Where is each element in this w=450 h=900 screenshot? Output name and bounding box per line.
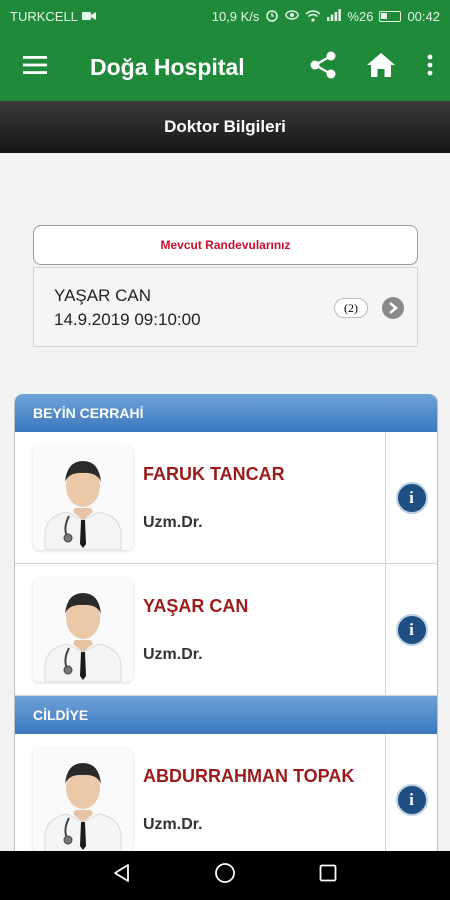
chevron-right-icon[interactable] bbox=[382, 297, 404, 319]
doctor-info-cell: i bbox=[385, 564, 437, 695]
appointment-count-badge: (2) bbox=[334, 298, 368, 318]
doctor-name: YAŞAR CAN bbox=[143, 596, 249, 616]
eye-comfort-icon bbox=[285, 9, 300, 24]
department-header: BEYİN CERRAHİ bbox=[15, 394, 437, 432]
doctor-title: Uzm.Dr. bbox=[143, 514, 203, 531]
back-icon bbox=[112, 863, 132, 888]
app-bar-actions bbox=[294, 33, 450, 101]
battery-percent: %26 bbox=[347, 9, 374, 24]
wifi-icon bbox=[305, 9, 321, 25]
status-bar: TURKCELL 10,9 K/s %26 00:42 bbox=[0, 0, 450, 33]
carrier-label: TURKCELL bbox=[10, 9, 78, 24]
circle-home-icon bbox=[214, 862, 236, 889]
share-button[interactable] bbox=[294, 33, 352, 101]
doctor-name: FARUK TANCAR bbox=[143, 464, 285, 484]
back-button[interactable] bbox=[102, 856, 142, 896]
doctor-row[interactable]: ABDURRAHMAN TOPAK Uzm.Dr. i bbox=[15, 734, 437, 851]
signal-icon bbox=[327, 9, 342, 24]
doctor-row[interactable]: YAŞAR CAN Uzm.Dr. i bbox=[15, 564, 437, 696]
doctor-row[interactable]: FARUK TANCAR Uzm.Dr. i bbox=[15, 432, 437, 564]
alarm-icon bbox=[265, 8, 279, 25]
home-nav-button[interactable] bbox=[205, 856, 245, 896]
info-icon[interactable]: i bbox=[395, 783, 428, 816]
more-vert-icon bbox=[427, 54, 433, 81]
more-options-button[interactable] bbox=[410, 33, 450, 101]
carrier-group: TURKCELL bbox=[10, 9, 96, 24]
menu-icon bbox=[23, 55, 47, 79]
app-title: Doğa Hospital bbox=[90, 53, 245, 80]
home-icon bbox=[366, 52, 396, 83]
recents-button[interactable] bbox=[308, 856, 348, 896]
battery-icon bbox=[379, 11, 402, 22]
doctor-avatar bbox=[33, 446, 133, 551]
doctor-title: Uzm.Dr. bbox=[143, 646, 203, 663]
doctor-title: Uzm.Dr. bbox=[143, 816, 203, 833]
square-recents-icon bbox=[319, 864, 337, 887]
doctor-list: BEYİN CERRAHİ FARUK TANCAR Uzm.Dr. i YAŞ… bbox=[14, 394, 438, 851]
doctor-name: ABDURRAHMAN TOPAK bbox=[143, 766, 355, 786]
video-icon bbox=[81, 9, 96, 24]
doctor-info-cell: i bbox=[385, 734, 437, 851]
app-bar: Doğa Hospital bbox=[0, 33, 450, 101]
appointments-header-button[interactable]: Mevcut Randevularınız bbox=[33, 225, 418, 265]
system-nav-bar bbox=[0, 851, 450, 900]
menu-button[interactable] bbox=[0, 33, 70, 101]
department-header: CİLDİYE bbox=[15, 696, 437, 734]
doctor-info-cell: i bbox=[385, 432, 437, 563]
clock: 00:42 bbox=[407, 9, 440, 24]
home-button[interactable] bbox=[352, 33, 410, 101]
appointment-card[interactable]: YAŞAR CAN 14.9.2019 09:10:00 (2) bbox=[33, 267, 418, 347]
page-title: Doktor Bilgileri bbox=[0, 101, 450, 153]
network-speed: 10,9 K/s bbox=[211, 9, 260, 24]
share-icon bbox=[308, 50, 338, 85]
info-icon[interactable]: i bbox=[395, 613, 428, 646]
status-right: 10,9 K/s %26 00:42 bbox=[212, 8, 440, 25]
doctor-avatar bbox=[33, 748, 133, 851]
doctor-avatar bbox=[33, 578, 133, 683]
info-icon[interactable]: i bbox=[395, 481, 428, 514]
main-content[interactable]: Mevcut Randevularınız YAŞAR CAN 14.9.201… bbox=[0, 153, 450, 851]
